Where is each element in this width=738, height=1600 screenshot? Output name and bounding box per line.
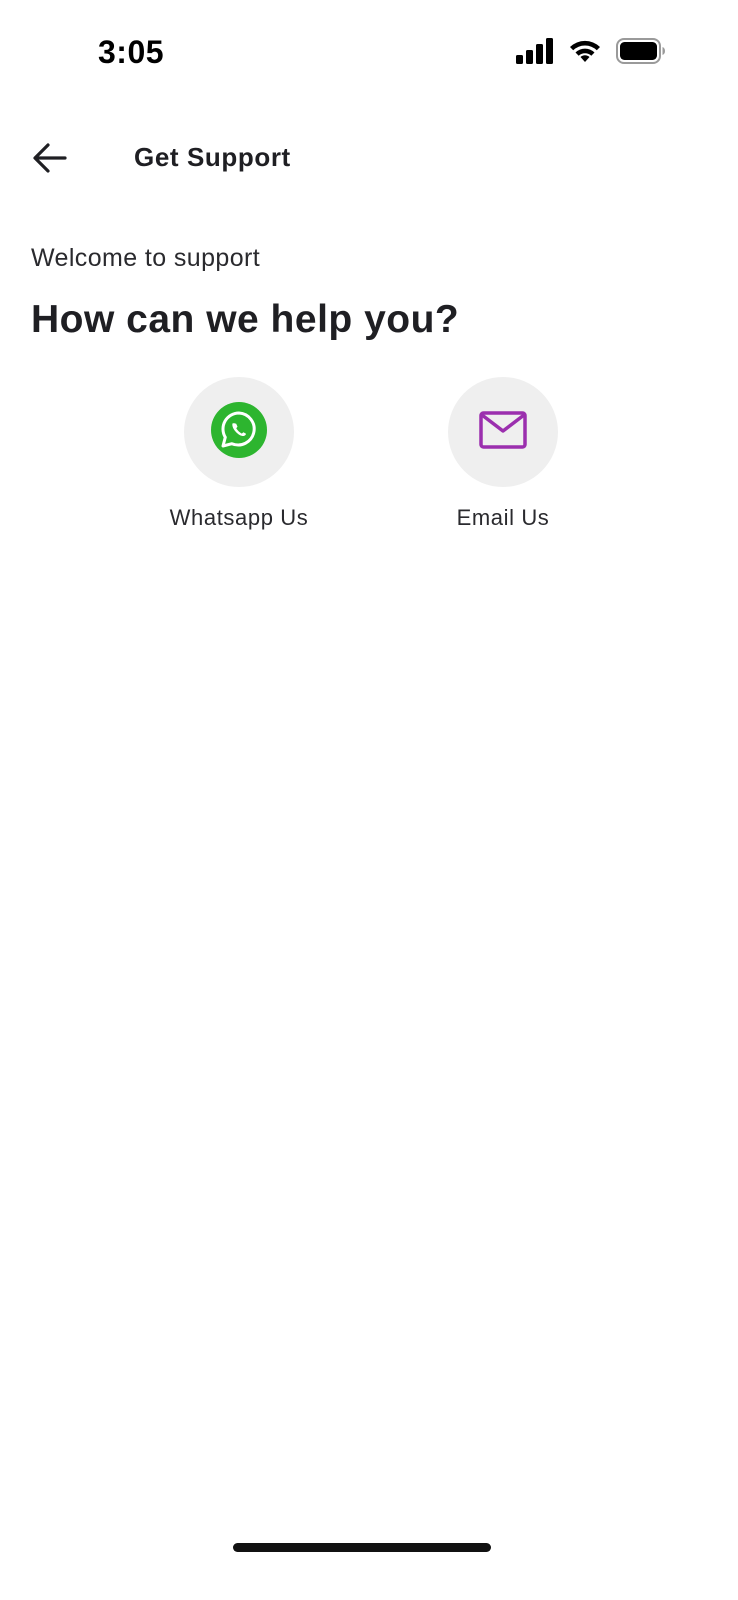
email-us-label: Email Us [456,505,550,530]
email-icon-circle[interactable] [448,377,558,487]
cellular-signal-icon [516,38,554,64]
status-icons [516,38,666,64]
app-header: Get Support [0,120,738,200]
arrow-left-icon [33,142,67,178]
whatsapp-us-label: Whatsapp Us [169,505,309,530]
mail-icon [479,410,527,454]
page-title: Get Support [134,142,291,172]
wifi-icon [568,38,602,64]
email-us-button[interactable]: Email Us [403,377,603,531]
help-headline: How can we help you? [31,298,460,341]
welcome-text: Welcome to support [31,244,261,272]
whatsapp-us-button[interactable]: Whatsapp Us [139,377,339,531]
battery-icon [616,38,666,64]
status-bar: 3:05 [0,0,738,100]
whatsapp-icon [210,401,268,464]
status-time: 3:05 [98,34,165,70]
back-button[interactable] [28,138,72,182]
home-indicator[interactable] [233,1543,491,1552]
whatsapp-icon-circle[interactable] [184,377,294,487]
